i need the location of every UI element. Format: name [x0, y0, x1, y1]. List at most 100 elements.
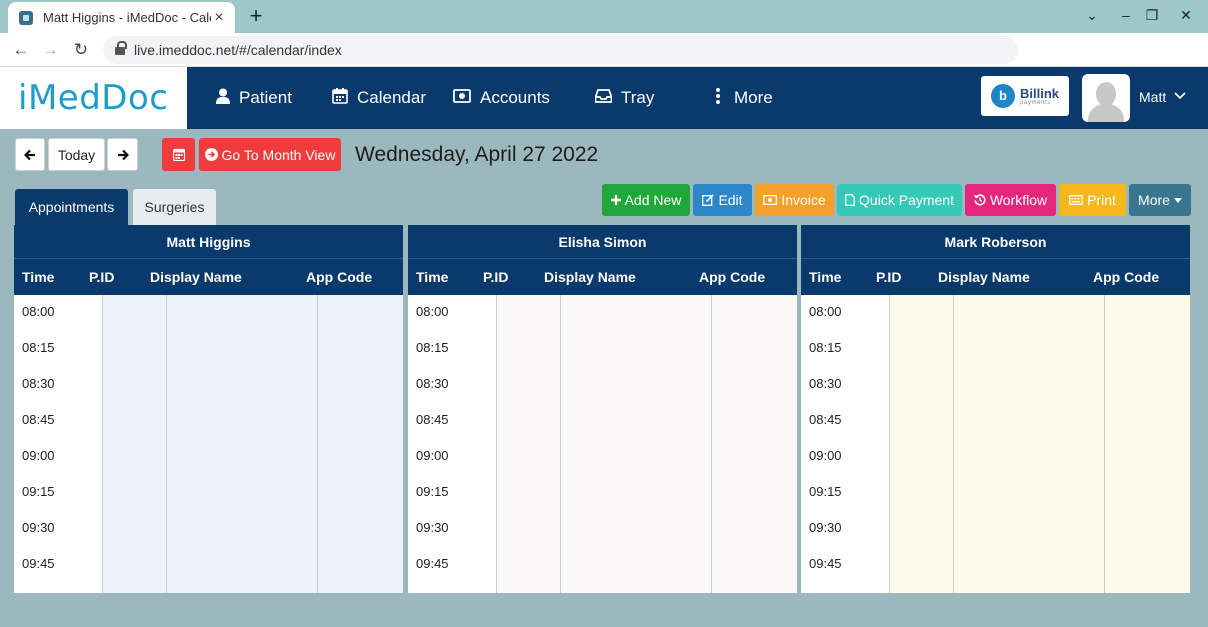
go-to-month-view-button[interactable]: Go To Month View	[199, 138, 341, 171]
today-button[interactable]: Today	[48, 138, 105, 171]
app-code-cell[interactable]	[711, 295, 797, 331]
app-code-cell[interactable]	[711, 511, 797, 547]
pid-cell[interactable]	[102, 295, 166, 331]
app-logo[interactable]: iMedDoc	[18, 78, 168, 118]
back-arrow-icon[interactable]: ←	[9, 38, 33, 62]
display-name-cell[interactable]	[953, 583, 1104, 593]
app-code-cell[interactable]	[1104, 331, 1190, 367]
time-slot-row[interactable]: 08:45	[408, 403, 797, 439]
time-slot-row[interactable]: 09:30	[14, 511, 403, 547]
display-name-cell[interactable]	[560, 511, 711, 547]
invoice-button[interactable]: Invoice	[755, 184, 834, 216]
time-slot-row[interactable]: 09:30	[801, 511, 1190, 547]
display-name-cell[interactable]	[166, 403, 317, 439]
time-slot-row[interactable]: 09:45	[408, 547, 797, 583]
app-code-cell[interactable]	[317, 583, 403, 593]
pid-cell[interactable]	[889, 475, 953, 511]
time-slot-row[interactable]: 08:15	[408, 331, 797, 367]
address-bar[interactable]: live.imeddoc.net/#/calendar/index	[103, 36, 1018, 64]
billink-button[interactable]: b Billink payments	[981, 76, 1069, 116]
pid-cell[interactable]	[889, 583, 953, 593]
display-name-cell[interactable]	[953, 547, 1104, 583]
time-slot-row[interactable]: 10:00	[14, 583, 403, 593]
date-picker-button[interactable]	[162, 138, 195, 171]
display-name-cell[interactable]	[953, 331, 1104, 367]
app-code-cell[interactable]	[317, 475, 403, 511]
app-code-cell[interactable]	[317, 295, 403, 331]
time-slot-row[interactable]: 08:30	[408, 367, 797, 403]
pid-cell[interactable]	[102, 511, 166, 547]
display-name-cell[interactable]	[166, 547, 317, 583]
pid-cell[interactable]	[496, 475, 560, 511]
display-name-cell[interactable]	[953, 403, 1104, 439]
display-name-cell[interactable]	[166, 331, 317, 367]
time-slot-row[interactable]: 09:15	[801, 475, 1190, 511]
app-code-cell[interactable]	[317, 511, 403, 547]
time-slot-row[interactable]: 08:45	[801, 403, 1190, 439]
pid-cell[interactable]	[889, 547, 953, 583]
pid-cell[interactable]	[889, 295, 953, 331]
pid-cell[interactable]	[889, 331, 953, 367]
display-name-cell[interactable]	[953, 367, 1104, 403]
pid-cell[interactable]	[889, 439, 953, 475]
pid-cell[interactable]	[889, 403, 953, 439]
quick-payment-button[interactable]: Quick Payment	[837, 184, 962, 216]
pid-cell[interactable]	[102, 331, 166, 367]
nav-more[interactable]: More	[716, 67, 773, 129]
time-slot-row[interactable]: 08:30	[801, 367, 1190, 403]
minimize-window-button[interactable]: –	[1112, 4, 1140, 26]
user-avatar[interactable]	[1082, 74, 1130, 122]
app-code-cell[interactable]	[711, 547, 797, 583]
app-code-cell[interactable]	[711, 475, 797, 511]
time-slot-row[interactable]: 09:15	[408, 475, 797, 511]
display-name-cell[interactable]	[166, 295, 317, 331]
pid-cell[interactable]	[496, 295, 560, 331]
nav-tray[interactable]: Tray	[594, 67, 654, 129]
app-code-cell[interactable]	[711, 583, 797, 593]
forward-arrow-icon[interactable]: →	[38, 38, 62, 62]
pid-cell[interactable]	[889, 511, 953, 547]
display-name-cell[interactable]	[953, 439, 1104, 475]
app-code-cell[interactable]	[1104, 547, 1190, 583]
time-slot-row[interactable]: 08:45	[14, 403, 403, 439]
edit-button[interactable]: Edit	[693, 184, 752, 216]
pid-cell[interactable]	[496, 547, 560, 583]
browser-tab[interactable]: Matt Higgins - iMedDoc - Calend ×	[8, 2, 235, 33]
app-code-cell[interactable]	[317, 367, 403, 403]
app-code-cell[interactable]	[1104, 511, 1190, 547]
pid-cell[interactable]	[102, 583, 166, 593]
time-slot-row[interactable]: 09:45	[14, 547, 403, 583]
pid-cell[interactable]	[496, 403, 560, 439]
display-name-cell[interactable]	[560, 403, 711, 439]
tab-search-chevron-icon[interactable]: ⌄	[1078, 4, 1106, 26]
pid-cell[interactable]	[102, 367, 166, 403]
pid-cell[interactable]	[102, 439, 166, 475]
app-code-cell[interactable]	[317, 403, 403, 439]
app-code-cell[interactable]	[1104, 583, 1190, 593]
url-text[interactable]: live.imeddoc.net/#/calendar/index	[134, 42, 342, 58]
nav-patient[interactable]: Patient	[216, 67, 292, 129]
close-tab-icon[interactable]: ×	[211, 9, 227, 27]
tab-appointments[interactable]: Appointments	[15, 189, 128, 225]
nav-calendar[interactable]: Calendar	[332, 67, 426, 129]
app-code-cell[interactable]	[711, 367, 797, 403]
app-code-cell[interactable]	[1104, 403, 1190, 439]
app-code-cell[interactable]	[711, 439, 797, 475]
time-slot-row[interactable]: 08:00	[14, 295, 403, 331]
app-code-cell[interactable]	[1104, 439, 1190, 475]
app-code-cell[interactable]	[317, 547, 403, 583]
time-slot-row[interactable]: 10:00	[408, 583, 797, 593]
pid-cell[interactable]	[102, 475, 166, 511]
display-name-cell[interactable]	[560, 331, 711, 367]
time-slot-row[interactable]: 08:00	[408, 295, 797, 331]
pid-cell[interactable]	[496, 439, 560, 475]
more-actions-button[interactable]: More	[1129, 184, 1191, 216]
add-new-button[interactable]: Add New	[602, 184, 690, 216]
nav-accounts[interactable]: Accounts	[453, 67, 550, 129]
time-slot-row[interactable]: 09:00	[801, 439, 1190, 475]
pid-cell[interactable]	[496, 583, 560, 593]
display-name-cell[interactable]	[560, 439, 711, 475]
pid-cell[interactable]	[496, 367, 560, 403]
close-window-button[interactable]: ✕	[1172, 4, 1200, 26]
time-slot-row[interactable]: 09:00	[408, 439, 797, 475]
